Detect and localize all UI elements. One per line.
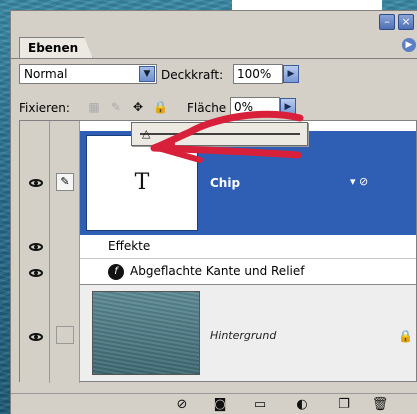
lock-all-icon[interactable]: 🔒	[153, 100, 168, 114]
layer-style-icon[interactable]: ⊘	[173, 396, 191, 414]
tab-divider	[11, 58, 417, 59]
effects-toggle-icon[interactable]: ▾ ⊘	[350, 175, 368, 188]
adjustment-layer-icon[interactable]: ◐	[293, 396, 311, 414]
trash-icon[interactable]: 🗑	[371, 396, 389, 414]
eye-icon[interactable]	[28, 267, 44, 279]
layers-palette: – × Ebenen ▶ Normal ▼ Deckkraft: 100% ▶ …	[10, 10, 417, 414]
chevron-down-icon[interactable]: ▼	[139, 66, 155, 82]
palette-titlebar: – ×	[11, 11, 417, 33]
lock-brush-icon[interactable]: ✎	[109, 100, 123, 114]
bevel-effect-label: Abgeflachte Kante und Relief	[130, 264, 305, 278]
effects-label: Effekte	[108, 239, 151, 253]
opacity-input[interactable]: 100%	[233, 64, 283, 84]
eye-icon[interactable]	[28, 177, 44, 189]
fill-arrow-icon[interactable]: ▶	[280, 98, 296, 116]
text-layer-thumbnail: T	[86, 135, 198, 231]
fill-input[interactable]: 0%	[230, 97, 280, 117]
blend-mode-select[interactable]: Normal ▼	[19, 64, 157, 84]
opacity-label: Deckkraft:	[161, 68, 224, 82]
palette-menu-icon[interactable]: ▶	[402, 38, 416, 52]
fill-slider-popup[interactable]: △	[131, 122, 308, 146]
minimize-icon[interactable]: –	[379, 14, 395, 30]
eye-icon[interactable]	[28, 331, 44, 343]
effect-icon: f	[108, 264, 124, 280]
lock-label: Fixieren:	[19, 101, 70, 115]
eye-icon[interactable]	[28, 241, 44, 253]
layer-mask-icon[interactable]: ◙	[211, 396, 229, 414]
lock-transparency-icon[interactable]: ▦	[87, 100, 101, 114]
new-group-icon[interactable]: ▭	[251, 396, 269, 414]
blend-mode-value: Normal	[24, 67, 68, 81]
lock-move-icon[interactable]: ✥	[131, 100, 145, 114]
brush-icon[interactable]: ✎	[56, 173, 74, 191]
background-layer-thumbnail	[92, 291, 200, 375]
layer-name-chip[interactable]: Chip	[210, 176, 240, 190]
bevel-effect-row[interactable]: f Abgeflachte Kante und Relief	[80, 259, 416, 285]
fill-label: Fläche	[187, 101, 227, 115]
link-box[interactable]	[56, 326, 74, 344]
opacity-arrow-icon[interactable]: ▶	[283, 65, 299, 83]
palette-bottom-toolbar: ⊘ ◙ ▭ ◐ ❐ 🗑	[11, 393, 417, 414]
slider-thumb-icon[interactable]: △	[142, 128, 150, 140]
new-layer-icon[interactable]: ❐	[335, 396, 353, 414]
layer-effects-row[interactable]: Effekte	[80, 235, 416, 259]
layers-list: T Chip ▾ ⊘ ✎ Effekte f Abgeflachte Kante…	[19, 120, 417, 383]
lock-icon: 🔒	[398, 329, 413, 343]
tab-ebenen[interactable]: Ebenen	[19, 37, 93, 59]
layer-name-background[interactable]: Hintergrund	[210, 329, 276, 342]
slider-track[interactable]	[140, 133, 300, 135]
close-icon[interactable]: ×	[398, 14, 414, 30]
